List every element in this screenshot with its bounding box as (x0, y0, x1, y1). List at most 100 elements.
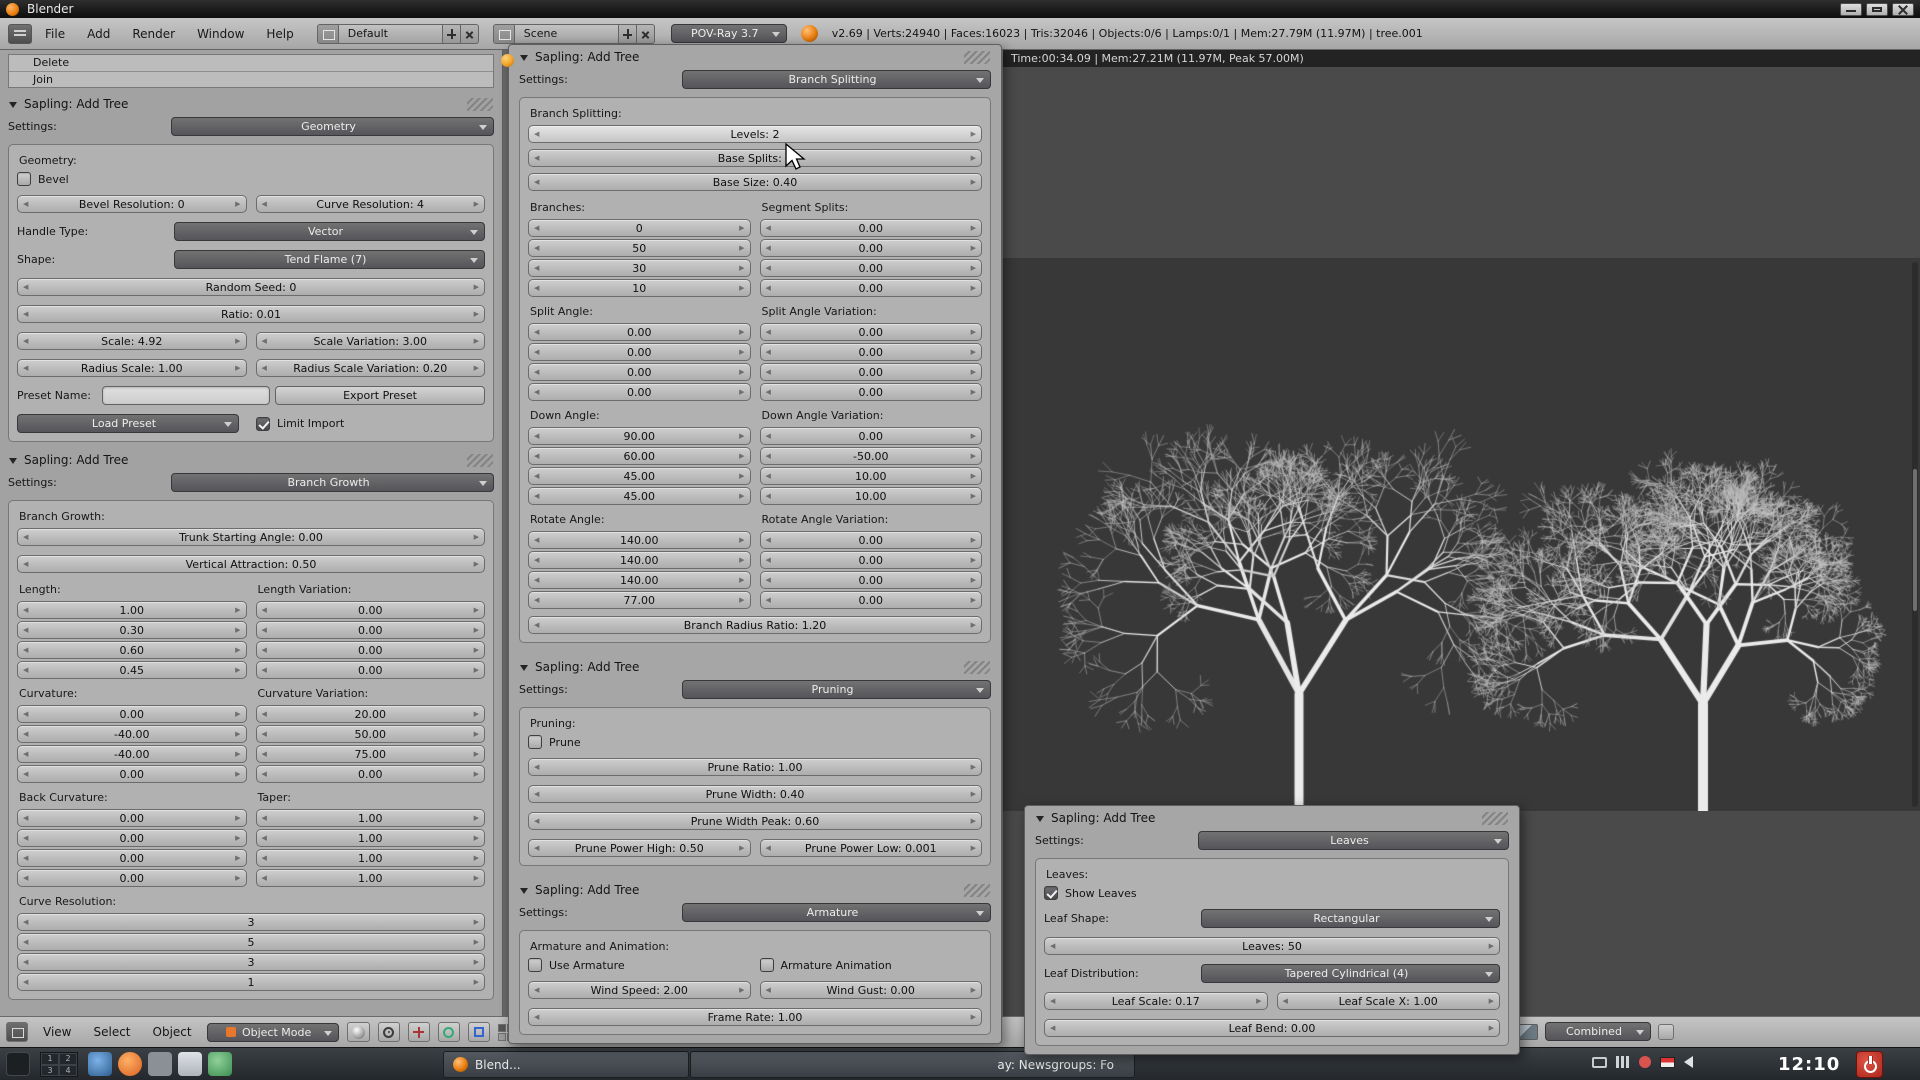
split-angle-variation-field-1[interactable]: 0.00 (760, 323, 983, 341)
settings-dropdown-pruning[interactable]: Pruning (682, 680, 991, 699)
down-angle-variation-field-4[interactable]: 10.00 (760, 487, 983, 505)
curvature-variation-field-2[interactable]: 50.00 (256, 725, 486, 743)
rotate-angle-field-2[interactable]: 140.00 (528, 551, 751, 569)
curve-resolution-field-4[interactable]: 1 (17, 973, 485, 991)
manipulator-scale-icon[interactable] (468, 1022, 490, 1042)
panel-header-pruning[interactable]: Sapling: Add Tree (517, 657, 993, 677)
maximize-icon[interactable] (1866, 3, 1888, 16)
leaves-panel[interactable]: Sapling: Add Tree Settings: Leaves Leave… (1024, 805, 1520, 1055)
prune-width-field[interactable]: Prune Width: 0.40 (528, 785, 982, 803)
branch-radius-ratio-field[interactable]: Branch Radius Ratio: 1.20 (528, 616, 982, 634)
frame-rate-field[interactable]: Frame Rate: 1.00 (528, 1008, 982, 1026)
taper-field-3[interactable]: 1.00 (256, 849, 486, 867)
panel-header-geometry[interactable]: Sapling: Add Tree (6, 94, 496, 114)
split-angle-variation-field-3[interactable]: 0.00 (760, 363, 983, 381)
taskbar-terminal-icon[interactable] (6, 1052, 30, 1076)
trunk-starting-angle-field[interactable]: Trunk Starting Angle: 0.00 (17, 528, 485, 546)
rotate-angle-field-4[interactable]: 77.00 (528, 591, 751, 609)
menu-file[interactable]: File (36, 27, 74, 41)
manipulator-translate-icon[interactable] (408, 1022, 430, 1042)
taskbar-app-icon-2[interactable] (148, 1052, 172, 1076)
back-curvature-field-3[interactable]: 0.00 (17, 849, 247, 867)
branches-field-2[interactable]: 50 (528, 239, 751, 257)
panel-grip-icon[interactable] (964, 884, 990, 897)
rotate-angle-field-1[interactable]: 140.00 (528, 531, 751, 549)
image-editor-icon[interactable] (1518, 1024, 1538, 1040)
scene-icon[interactable] (493, 24, 515, 44)
segment-splits-field-3[interactable]: 0.00 (760, 259, 983, 277)
down-angle-field-2[interactable]: 60.00 (528, 447, 751, 465)
curvature-field-4[interactable]: 0.00 (17, 765, 247, 783)
limit-import-checkbox[interactable]: Limit Import (256, 417, 344, 431)
split-angle-field-1[interactable]: 0.00 (528, 323, 751, 341)
branches-field-3[interactable]: 30 (528, 259, 751, 277)
back-curvature-field-2[interactable]: 0.00 (17, 829, 247, 847)
taskbar-window-newsgroups[interactable]: ay: Newsgroups: Fo (690, 1051, 1135, 1078)
branches-field-1[interactable]: 0 (528, 219, 751, 237)
ratio-field[interactable]: Ratio: 0.01 (17, 305, 485, 323)
rotate-angle-variation-field-2[interactable]: 0.00 (760, 551, 983, 569)
segment-splits-field-4[interactable]: 0.00 (760, 279, 983, 297)
viewport-scrollbar[interactable] (1912, 262, 1918, 807)
rotate-angle-field-3[interactable]: 140.00 (528, 571, 751, 589)
workspace-4[interactable]: 4 (59, 1065, 77, 1077)
curvature-variation-field-3[interactable]: 75.00 (256, 745, 486, 763)
editor-type-3dview-icon[interactable] (6, 1022, 28, 1042)
viewport-shading-icon[interactable] (347, 1022, 370, 1042)
handle-type-dropdown[interactable]: Vector (174, 222, 485, 241)
panel-header-armature[interactable]: Sapling: Add Tree (517, 880, 993, 900)
panel-grip-icon[interactable] (467, 454, 493, 467)
back-curvature-field-1[interactable]: 0.00 (17, 809, 247, 827)
length-variation-field-1[interactable]: 0.00 (256, 601, 486, 619)
base-splits-field[interactable]: Base Splits: 0 (528, 149, 982, 167)
settings-dropdown-geometry[interactable]: Geometry (171, 117, 494, 136)
info-editor-icon[interactable] (8, 24, 32, 44)
prune-ratio-field[interactable]: Prune Ratio: 1.00 (528, 758, 982, 776)
workspace-1[interactable]: 1 (41, 1053, 59, 1065)
render-pass-dropdown[interactable]: Combined (1545, 1022, 1651, 1041)
render-engine-dropdown[interactable]: POV-Ray 3.7 (671, 24, 787, 43)
updates-tray-icon[interactable] (1639, 1056, 1651, 1068)
split-angle-field-3[interactable]: 0.00 (528, 363, 751, 381)
segment-splits-field-1[interactable]: 0.00 (760, 219, 983, 237)
scene-value[interactable]: Scene (515, 24, 619, 44)
settings-dropdown-branch-splitting[interactable]: Branch Splitting (682, 70, 991, 89)
split-angle-variation-field-2[interactable]: 0.00 (760, 343, 983, 361)
prune-width-peak-field[interactable]: Prune Width Peak: 0.60 (528, 812, 982, 830)
length-variation-field-4[interactable]: 0.00 (256, 661, 486, 679)
volume-tray-icon[interactable] (1684, 1056, 1693, 1068)
delete-scene-icon[interactable] (637, 24, 655, 44)
export-preset-button[interactable]: Export Preset (275, 386, 485, 405)
menu-item-delete[interactable]: Delete (9, 55, 493, 71)
network-tray-icon[interactable] (1616, 1056, 1630, 1068)
down-angle-variation-field-3[interactable]: 10.00 (760, 467, 983, 485)
armature-animation-checkbox[interactable]: Armature Animation (760, 958, 983, 972)
shape-dropdown[interactable]: Tend Flame (7) (174, 250, 485, 269)
add-layout-icon[interactable] (443, 24, 461, 44)
radius-scale-field[interactable]: Radius Scale: 1.00 (17, 359, 247, 377)
settings-dropdown-armature[interactable]: Armature (682, 903, 991, 922)
leaves-count-field[interactable]: Leaves: 50 (1044, 937, 1500, 955)
curve-resolution-field-2[interactable]: 5 (17, 933, 485, 951)
power-button[interactable] (1856, 1051, 1883, 1078)
curve-resolution-field-1[interactable]: 3 (17, 913, 485, 931)
display-toggle-icon[interactable] (1658, 1024, 1674, 1040)
curve-resolution-field[interactable]: Curve Resolution: 4 (256, 195, 486, 213)
firefox-icon[interactable] (118, 1052, 142, 1076)
rotate-angle-variation-field-1[interactable]: 0.00 (760, 531, 983, 549)
scale-variation-field[interactable]: Scale Variation: 3.00 (256, 332, 486, 350)
panel-header-branch-growth[interactable]: Sapling: Add Tree (6, 450, 496, 470)
rotate-angle-variation-field-3[interactable]: 0.00 (760, 571, 983, 589)
panel-grip-icon[interactable] (964, 661, 990, 674)
down-angle-variation-field-2[interactable]: -50.00 (760, 447, 983, 465)
down-angle-field-1[interactable]: 90.00 (528, 427, 751, 445)
curvature-variation-field-4[interactable]: 0.00 (256, 765, 486, 783)
leaf-shape-dropdown[interactable]: Rectangular (1201, 909, 1500, 928)
length-variation-field-2[interactable]: 0.00 (256, 621, 486, 639)
leaf-distribution-dropdown[interactable]: Tapered Cylindrical (4) (1201, 964, 1500, 983)
taskbar-app-icon-1[interactable] (88, 1052, 112, 1076)
down-angle-variation-field-1[interactable]: 0.00 (760, 427, 983, 445)
bevel-resolution-field[interactable]: Bevel Resolution: 0 (17, 195, 247, 213)
mode-dropdown[interactable]: Object Mode (207, 1023, 339, 1042)
taper-field-1[interactable]: 1.00 (256, 809, 486, 827)
